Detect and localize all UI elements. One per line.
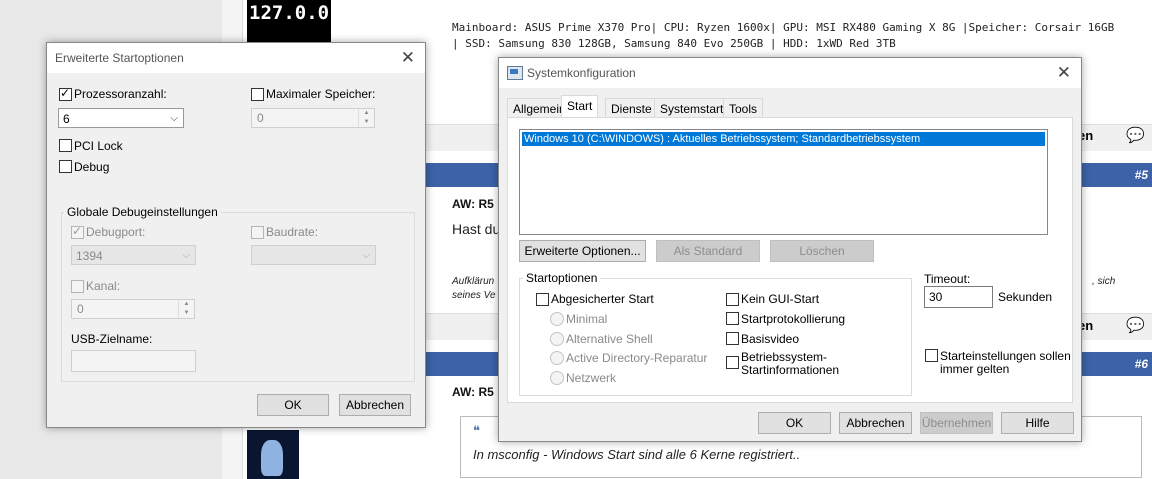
os-boot-info-checkbox[interactable] — [726, 356, 739, 369]
ok-button[interactable]: OK — [257, 394, 329, 416]
channel-label: Kanal: — [86, 279, 121, 293]
cancel-button[interactable]: Abbrechen — [839, 412, 912, 434]
debug-port-value: 1394 — [76, 249, 103, 263]
msconfig-app-icon-screen — [510, 69, 518, 74]
network-label: Netzwerk — [566, 371, 617, 385]
os-boot-info-label-1: Betriebssystem- — [741, 350, 828, 364]
tab-start[interactable]: Start — [561, 95, 599, 118]
boot-entry[interactable]: Windows 10 (C:\WINDOWS) : Aktuelles Betr… — [522, 132, 1045, 146]
debug-group-title: Globale Debugeinstellungen — [64, 205, 221, 219]
ad-repair-radio[interactable] — [550, 351, 564, 365]
seconds-label: Sekunden — [998, 290, 1053, 304]
processor-count-label: Prozessoranzahl: — [74, 87, 167, 101]
no-gui-checkbox[interactable] — [726, 293, 739, 306]
quote-reply-icon[interactable]: 💬 — [1126, 316, 1145, 334]
network-radio[interactable] — [550, 371, 564, 385]
persist-settings-checkbox[interactable] — [925, 349, 938, 362]
usb-target-input[interactable] — [71, 350, 196, 372]
processor-count-select[interactable]: 6 ⌵ — [58, 108, 184, 128]
spinner-arrows-icon[interactable]: ▲ ▼ — [358, 109, 374, 127]
pci-lock-checkbox[interactable] — [59, 139, 72, 152]
minimal-radio[interactable] — [550, 312, 564, 326]
channel-input[interactable]: 0 ▲ ▼ — [71, 299, 195, 319]
close-icon[interactable]: ✕ — [401, 49, 415, 66]
baud-rate-label: Baudrate: — [266, 225, 319, 239]
channel-value: 0 — [77, 302, 84, 316]
ad-repair-label: Active Directory-Reparatur — [566, 351, 708, 365]
delete-button[interactable]: Löschen — [770, 240, 874, 262]
tab-tools[interactable]: Tools — [723, 98, 764, 118]
quote-icon: ❝ — [473, 423, 480, 438]
persist-settings-label-2: immer gelten — [940, 362, 1010, 376]
alternative-shell-label: Alternative Shell — [566, 332, 653, 346]
baud-rate-select[interactable]: ⌵ — [251, 245, 376, 265]
debug-port-select[interactable]: 1394 ⌵ — [71, 245, 196, 265]
debug-label: Debug — [74, 160, 110, 174]
cancel-button[interactable]: Abbrechen — [339, 394, 411, 416]
timeout-input[interactable]: 30 — [924, 286, 993, 308]
set-default-button[interactable]: Als Standard — [656, 240, 760, 262]
help-button[interactable]: Hilfe — [1001, 412, 1074, 434]
max-memory-value: 0 — [257, 111, 264, 125]
quote-text: In msconfig - Windows Start sind alle 6 … — [473, 447, 801, 462]
base-video-checkbox[interactable] — [726, 332, 739, 345]
max-memory-label: Maximaler Speicher: — [266, 87, 376, 101]
apply-button[interactable]: Übernehmen — [920, 412, 993, 434]
persist-settings-label-1: Starteinstellungen sollen — [940, 349, 1071, 363]
post-text: Hast du — [452, 221, 501, 237]
boot-options-title: Startoptionen — [523, 271, 601, 285]
os-boot-info-label-2: Startinformationen — [741, 363, 840, 377]
debug-checkbox[interactable] — [59, 160, 72, 173]
alternative-shell-radio[interactable] — [550, 332, 564, 346]
avatar[interactable] — [247, 430, 299, 479]
minimal-label: Minimal — [566, 312, 608, 326]
post-number[interactable]: #6 — [1135, 352, 1152, 371]
pci-lock-label: PCI Lock — [74, 139, 123, 153]
safe-boot-label: Abgesicherter Start — [551, 292, 654, 306]
close-icon[interactable]: ✕ — [1057, 64, 1071, 81]
post-title-2: AW: R5 — [452, 385, 494, 399]
channel-checkbox[interactable] — [71, 280, 84, 293]
no-gui-label: Kein GUI-Start — [741, 292, 820, 306]
processor-count-value: 6 — [63, 112, 70, 126]
timeout-label: Timeout: — [924, 272, 971, 286]
ok-button[interactable]: OK — [758, 412, 831, 434]
baud-rate-checkbox[interactable] — [251, 226, 264, 239]
signature-image: 127.0.0.1 — [247, 0, 352, 44]
advanced-options-button[interactable]: Erweiterte Optionen... — [519, 240, 646, 262]
boot-entries-list[interactable]: Windows 10 (C:\WINDOWS) : Aktuelles Betr… — [519, 129, 1048, 235]
quote-reply-icon[interactable]: 💬 — [1126, 126, 1145, 144]
spinner-arrows-icon[interactable]: ▲ ▼ — [178, 300, 194, 318]
post-footer-text-2: seines Ve — [452, 290, 496, 301]
dialog-title: Systemkonfiguration — [499, 58, 1081, 88]
max-memory-input[interactable]: 0 ▲ ▼ — [251, 108, 375, 128]
boot-log-label: Startprotokollierung — [741, 312, 846, 326]
system-configuration-dialog: Systemkonfiguration ✕ Allgemein Start Di… — [498, 57, 1082, 442]
dialog-title: Erweiterte Startoptionen — [47, 43, 425, 73]
safe-boot-checkbox[interactable] — [536, 293, 549, 306]
debug-port-label: Debugport: — [86, 225, 146, 239]
debug-port-checkbox[interactable] — [71, 224, 84, 239]
tab-startup[interactable]: Systemstart — [654, 98, 730, 118]
base-video-label: Basisvideo — [741, 332, 800, 346]
tab-services[interactable]: Dienste — [605, 98, 658, 118]
processor-count-checkbox[interactable] — [59, 86, 72, 101]
chevron-down-icon: ⌵ — [170, 113, 178, 124]
usb-target-label: USB-Zielname: — [71, 332, 153, 346]
advanced-boot-options-dialog: Erweiterte Startoptionen ✕ Prozessoranza… — [46, 42, 426, 428]
post-number[interactable]: #5 — [1135, 163, 1152, 182]
max-memory-checkbox[interactable] — [251, 88, 264, 101]
boot-log-checkbox[interactable] — [726, 312, 739, 325]
msconfig-app-icon — [507, 66, 523, 80]
post-title: AW: R5 — [452, 197, 494, 211]
signature-text: Mainboard: ASUS Prime X370 Pro| CPU: Ryz… — [452, 21, 1115, 50]
avatar-figure — [261, 440, 283, 476]
post-footer-text: Aufklärun — [452, 276, 495, 287]
chevron-down-icon: ⌵ — [182, 250, 190, 261]
post-footer-right: , sich — [1092, 276, 1116, 287]
chevron-down-icon: ⌵ — [362, 250, 370, 261]
